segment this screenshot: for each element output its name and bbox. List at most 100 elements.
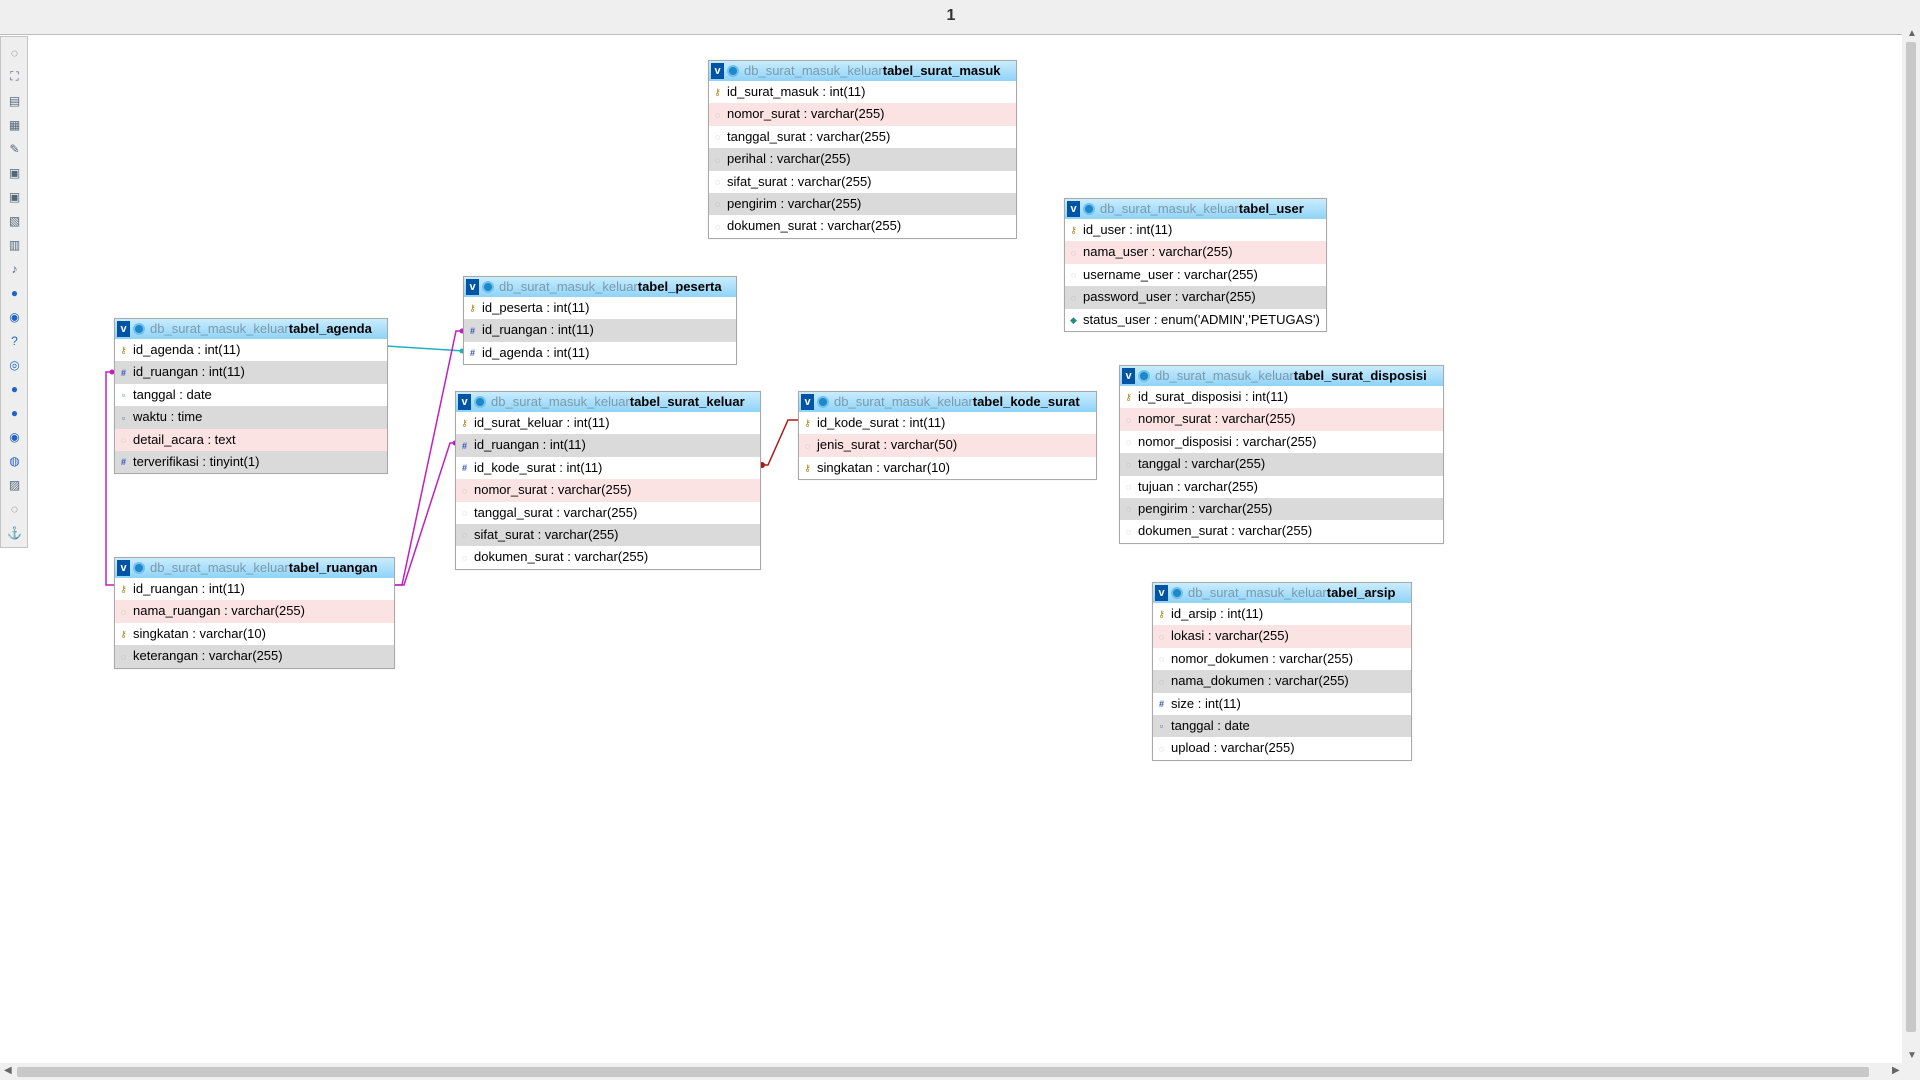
column-row[interactable]: ⚷ id_ruangan : int(11) — [115, 578, 394, 601]
delete-page-icon[interactable]: ▧ — [7, 213, 22, 228]
column-row[interactable]: ◌ lokasi : varchar(255) — [1153, 625, 1411, 648]
column-row[interactable]: ◌ perihal : varchar(255) — [709, 148, 1016, 171]
scroll-down-icon[interactable]: ▼ — [1907, 1050, 1917, 1061]
column-row[interactable]: ◌ nama_user : varchar(255) — [1065, 241, 1326, 264]
column-row[interactable]: ◌ sifat_surat : varchar(255) — [456, 523, 760, 547]
column-row[interactable]: ▫ tanggal : date — [1153, 714, 1411, 738]
toggle-columns-icon[interactable]: v — [801, 394, 814, 410]
toggle-columns-icon[interactable]: v — [1122, 368, 1135, 384]
gear-icon[interactable] — [133, 562, 145, 574]
horizontal-scroll-thumb[interactable] — [17, 1067, 1869, 1077]
table-header[interactable]: v db_surat_masuk_keluar tabel_agenda — [115, 319, 387, 339]
table-header[interactable]: v db_surat_masuk_keluar tabel_ruangan — [115, 558, 394, 578]
column-row[interactable]: ◌ nama_ruangan : varchar(255) — [115, 600, 394, 623]
arrow-down-icon[interactable]: ● — [7, 405, 22, 420]
table-header[interactable]: v db_surat_masuk_keluar tabel_user — [1065, 199, 1326, 219]
column-row[interactable]: ◌ pengirim : varchar(255) — [709, 192, 1016, 216]
gear-icon[interactable] — [1083, 203, 1095, 215]
edit-icon[interactable]: ✎ — [7, 141, 22, 156]
column-row[interactable]: ⚷ id_surat_disposisi : int(11) — [1120, 386, 1443, 409]
fit-screen-icon[interactable]: ⛶ — [7, 69, 22, 84]
column-row[interactable]: ◌ nomor_disposisi : varchar(255) — [1120, 430, 1443, 454]
column-row[interactable]: ◌ upload : varchar(255) — [1153, 737, 1411, 760]
table-user[interactable]: v db_surat_masuk_keluar tabel_user ⚷ id_u… — [1064, 198, 1327, 332]
column-row[interactable]: ◌ nomor_dokumen : varchar(255) — [1153, 647, 1411, 671]
toggle-icon[interactable]: ◉ — [7, 429, 22, 444]
circle-icon[interactable]: ◌ — [7, 45, 22, 60]
save-icon[interactable]: ▣ — [7, 165, 22, 180]
column-row[interactable]: # id_kode_surat : int(11) — [456, 456, 760, 480]
column-row[interactable]: ◌ password_user : varchar(255) — [1065, 286, 1326, 309]
gear-icon[interactable] — [133, 323, 145, 335]
column-row[interactable]: ◌ dokumen_surat : varchar(255) — [1120, 520, 1443, 543]
help-icon[interactable]: ● — [7, 285, 22, 300]
music-note-icon[interactable]: ♪ — [7, 261, 22, 276]
table-ruangan[interactable]: v db_surat_masuk_keluar tabel_ruangan ⚷ i… — [114, 557, 395, 669]
column-row[interactable]: ⚷ singkatan : varchar(10) — [115, 622, 394, 646]
column-row[interactable]: # id_ruangan : int(11) — [115, 361, 387, 384]
question-icon[interactable]: ? — [7, 333, 22, 348]
toggle-columns-icon[interactable]: v — [117, 321, 130, 337]
table-header[interactable]: v db_surat_masuk_keluar tabel_surat_kelu… — [456, 392, 760, 412]
gear-icon[interactable] — [474, 396, 486, 408]
toggle-columns-icon[interactable]: v — [466, 279, 479, 295]
column-row[interactable]: ⚷ id_kode_surat : int(11) — [799, 412, 1096, 435]
toggle-columns-icon[interactable]: v — [1155, 585, 1168, 601]
column-row[interactable]: # id_ruangan : int(11) — [464, 319, 736, 342]
table-agenda[interactable]: v db_surat_masuk_keluar tabel_agenda ⚷ id… — [114, 318, 388, 475]
column-row[interactable]: ◌ dokumen_surat : varchar(255) — [709, 215, 1016, 238]
gear-icon[interactable] — [482, 281, 494, 293]
export-icon[interactable]: ◍ — [7, 453, 22, 468]
column-row[interactable]: ◌ dokumen_surat : varchar(255) — [456, 546, 760, 569]
anchor-icon[interactable]: ⚓ — [7, 525, 22, 540]
gear-icon[interactable] — [1171, 587, 1183, 599]
column-row[interactable]: ⚷ id_arsip : int(11) — [1153, 603, 1411, 626]
column-row[interactable]: ◌ sifat_surat : varchar(255) — [709, 170, 1016, 193]
image-icon[interactable]: ▨ — [7, 477, 22, 492]
column-row[interactable]: ⚷ id_surat_masuk : int(11) — [709, 81, 1016, 104]
table-peserta[interactable]: v db_surat_masuk_keluar tabel_peserta ⚷ i… — [463, 276, 737, 366]
column-row[interactable]: ▫ waktu : time — [115, 406, 387, 429]
table-arsip[interactable]: v db_surat_masuk_keluar tabel_arsip ⚷ id_… — [1152, 582, 1412, 761]
column-row[interactable]: # terverifikasi : tinyint(1) — [115, 450, 387, 474]
page-icon[interactable]: ▥ — [7, 237, 22, 252]
column-row[interactable]: ◌ jenis_surat : varchar(50) — [799, 434, 1096, 457]
column-row[interactable]: ◌ tanggal_surat : varchar(255) — [456, 501, 760, 524]
column-row[interactable]: ▫ tanggal : date — [115, 383, 387, 407]
table-surat-keluar[interactable]: v db_surat_masuk_keluar tabel_surat_kelu… — [455, 391, 761, 570]
column-row[interactable]: ◆ status_user : enum('ADMIN','PETUGAS') — [1065, 308, 1326, 331]
gear-icon[interactable] — [1138, 370, 1150, 382]
table-header[interactable]: v db_surat_masuk_keluar tabel_kode_surat — [799, 392, 1096, 412]
table-surat-disposisi[interactable]: v db_surat_masuk_keluar tabel_surat_disp… — [1119, 365, 1444, 544]
scroll-right-icon[interactable]: ▶ — [1892, 1065, 1900, 1076]
column-row[interactable]: ◌ nomor_surat : varchar(255) — [709, 103, 1016, 126]
refresh-icon[interactable]: ◉ — [7, 309, 22, 324]
column-row[interactable]: ◌ detail_acara : text — [115, 428, 387, 451]
table-header[interactable]: v db_surat_masuk_keluar tabel_surat_disp… — [1120, 366, 1443, 386]
vertical-scrollbar[interactable]: ▲ ▼ — [1902, 28, 1920, 1064]
column-row[interactable]: ◌ tanggal : varchar(255) — [1120, 453, 1443, 476]
column-row[interactable]: ◌ nomor_surat : varchar(255) — [1120, 408, 1443, 431]
column-row[interactable]: ⚷ id_user : int(11) — [1065, 219, 1326, 242]
table-header[interactable]: v db_surat_masuk_keluar tabel_surat_masu… — [709, 61, 1016, 81]
save-as-icon[interactable]: ▣ — [7, 189, 22, 204]
add-table-icon[interactable]: ▦ — [7, 117, 22, 132]
scroll-up-icon[interactable]: ▲ — [1907, 28, 1917, 39]
scroll-left-icon[interactable]: ◀ — [4, 1065, 12, 1076]
horizontal-scrollbar[interactable]: ◀ ▶ — [0, 1063, 1920, 1080]
add-page-icon[interactable]: ▤ — [7, 93, 22, 108]
help-circle-icon[interactable]: ◌ — [7, 501, 22, 516]
column-row[interactable]: ◌ pengirim : varchar(255) — [1120, 497, 1443, 521]
column-row[interactable]: # size : int(11) — [1153, 692, 1411, 715]
column-row[interactable]: # id_agenda : int(11) — [464, 341, 736, 365]
column-row[interactable]: ⚷ id_surat_keluar : int(11) — [456, 412, 760, 435]
toggle-columns-icon[interactable]: v — [458, 394, 471, 410]
gear-icon[interactable] — [727, 65, 739, 77]
gear-icon[interactable] — [817, 396, 829, 408]
table-header[interactable]: v db_surat_masuk_keluar tabel_arsip — [1153, 583, 1411, 603]
column-row[interactable]: # id_ruangan : int(11) — [456, 434, 760, 457]
column-row[interactable]: ⚷ id_peserta : int(11) — [464, 297, 736, 320]
column-row[interactable]: ◌ nomor_surat : varchar(255) — [456, 479, 760, 502]
toggle-columns-icon[interactable]: v — [117, 560, 130, 576]
column-row[interactable]: ◌ tanggal_surat : varchar(255) — [709, 125, 1016, 149]
